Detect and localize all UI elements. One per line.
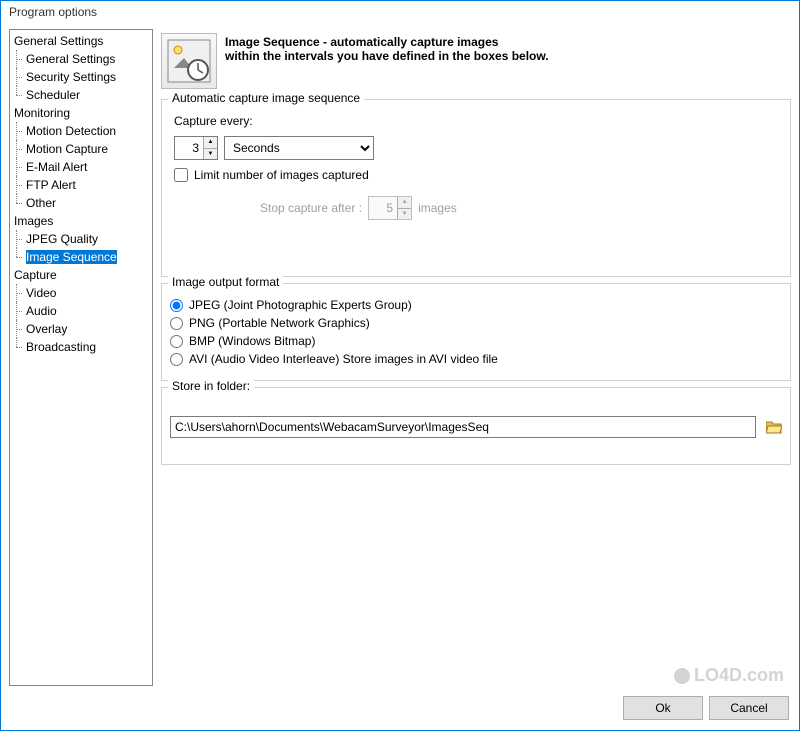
spinner-up-icon: ▲ bbox=[397, 197, 411, 208]
header-subtitle: within the intervals you have defined in… bbox=[225, 49, 549, 63]
browse-folder-icon[interactable] bbox=[766, 420, 782, 434]
group-output-format: Image output format JPEG (Joint Photogra… bbox=[161, 283, 791, 381]
stop-after-spinner: ▲ ▼ bbox=[368, 196, 412, 220]
group-title-store: Store in folder: bbox=[168, 379, 254, 393]
content-area: General Settings General Settings Securi… bbox=[1, 25, 799, 690]
sidebar-item-image-sequence[interactable]: Image Sequence bbox=[10, 248, 152, 266]
sidebar-group-monitoring[interactable]: Monitoring bbox=[10, 104, 152, 122]
sidebar-item-security-settings[interactable]: Security Settings bbox=[10, 68, 152, 86]
radio-png[interactable] bbox=[170, 317, 183, 330]
capture-every-unit[interactable]: Seconds bbox=[224, 136, 374, 160]
sidebar-group-capture[interactable]: Capture bbox=[10, 266, 152, 284]
spinner-down-icon: ▼ bbox=[397, 208, 411, 220]
ok-button[interactable]: Ok bbox=[623, 696, 703, 720]
capture-every-spinner[interactable]: ▲ ▼ bbox=[174, 136, 218, 160]
camera-clock-icon bbox=[161, 33, 217, 89]
radio-jpeg-label: JPEG (Joint Photographic Experts Group) bbox=[189, 298, 412, 312]
limit-checkbox[interactable] bbox=[174, 168, 188, 182]
sidebar-item-ftp-alert[interactable]: FTP Alert bbox=[10, 176, 152, 194]
sidebar-item-jpeg-quality[interactable]: JPEG Quality bbox=[10, 230, 152, 248]
sidebar-group-images[interactable]: Images bbox=[10, 212, 152, 230]
dialog-buttons: Ok Cancel bbox=[1, 690, 799, 730]
page-header: Image Sequence - automatically capture i… bbox=[161, 29, 791, 93]
header-title: Image Sequence - automatically capture i… bbox=[225, 35, 549, 49]
radio-bmp[interactable] bbox=[170, 335, 183, 348]
sidebar-item-motion-capture[interactable]: Motion Capture bbox=[10, 140, 152, 158]
sidebar-item-broadcasting[interactable]: Broadcasting bbox=[10, 338, 152, 356]
stop-after-value bbox=[369, 197, 397, 219]
sidebar-item-email-alert[interactable]: E-Mail Alert bbox=[10, 158, 152, 176]
sidebar-item-audio[interactable]: Audio bbox=[10, 302, 152, 320]
sidebar-tree[interactable]: General Settings General Settings Securi… bbox=[9, 29, 153, 686]
spinner-down-icon[interactable]: ▼ bbox=[203, 148, 217, 160]
group-auto-capture: Automatic capture image sequence Capture… bbox=[161, 99, 791, 277]
group-store-folder: Store in folder: bbox=[161, 387, 791, 465]
stop-after-label: Stop capture after : bbox=[260, 201, 362, 215]
stop-after-suffix: images bbox=[418, 201, 457, 215]
sidebar-item-general-settings[interactable]: General Settings bbox=[10, 50, 152, 68]
sidebar-item-video[interactable]: Video bbox=[10, 284, 152, 302]
limit-label: Limit number of images captured bbox=[194, 168, 369, 182]
radio-bmp-label: BMP (Windows Bitmap) bbox=[189, 334, 315, 348]
radio-jpeg[interactable] bbox=[170, 299, 183, 312]
header-text: Image Sequence - automatically capture i… bbox=[225, 33, 549, 89]
sidebar-item-overlay[interactable]: Overlay bbox=[10, 320, 152, 338]
radio-png-label: PNG (Portable Network Graphics) bbox=[189, 316, 370, 330]
group-title-format: Image output format bbox=[168, 275, 283, 289]
radio-avi-label: AVI (Audio Video Interleave) Store image… bbox=[189, 352, 498, 366]
group-title-capture: Automatic capture image sequence bbox=[168, 91, 364, 105]
cancel-button[interactable]: Cancel bbox=[709, 696, 789, 720]
options-window: Program options General Settings General… bbox=[0, 0, 800, 731]
spinner-up-icon[interactable]: ▲ bbox=[203, 137, 217, 148]
capture-every-value[interactable] bbox=[175, 137, 203, 159]
sidebar-item-motion-detection[interactable]: Motion Detection bbox=[10, 122, 152, 140]
radio-avi[interactable] bbox=[170, 353, 183, 366]
store-path-input[interactable] bbox=[170, 416, 756, 438]
main-panel: Image Sequence - automatically capture i… bbox=[161, 29, 791, 686]
window-title: Program options bbox=[1, 1, 799, 25]
sidebar-item-scheduler[interactable]: Scheduler bbox=[10, 86, 152, 104]
sidebar-item-other[interactable]: Other bbox=[10, 194, 152, 212]
capture-every-label: Capture every: bbox=[174, 114, 782, 128]
sidebar-group-general[interactable]: General Settings bbox=[10, 32, 152, 50]
